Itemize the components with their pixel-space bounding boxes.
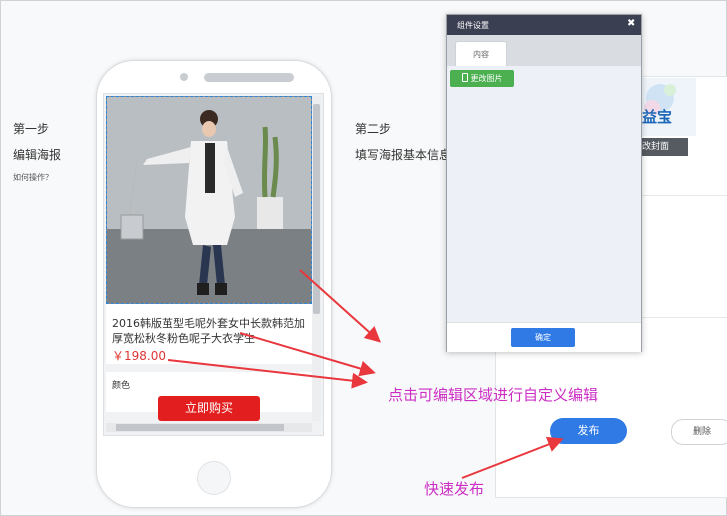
dialog-footer: 确定	[447, 322, 641, 352]
cover-image[interactable]: 益宝	[640, 78, 696, 136]
publish-hint-annotation: 快速发布	[424, 480, 485, 498]
step1-subtitle: 编辑海报	[13, 148, 62, 162]
close-icon[interactable]: ✖	[627, 18, 635, 29]
change-cover-button[interactable]: 改封面	[640, 138, 688, 156]
publish-button[interactable]: 发布	[550, 418, 627, 444]
step2-subtitle: 填写海报基本信息	[355, 148, 452, 162]
next-section-label: 颜色	[112, 381, 131, 391]
phone-home-button	[197, 461, 231, 495]
confirm-button[interactable]: 确定	[511, 328, 575, 347]
step2-title: 第二步	[355, 122, 392, 136]
model-photo-illustration	[120, 110, 283, 295]
horizontal-scroll-thumb[interactable]	[116, 424, 284, 431]
dialog-tab-bar: 内容	[447, 35, 641, 67]
component-settings-dialog: 组件设置 ✖ 内容 更改图片 确定	[446, 14, 642, 352]
vertical-scroll-thumb[interactable]	[313, 104, 320, 314]
phone-camera	[180, 73, 188, 81]
edit-hint-annotation: 点击可编辑区域进行自定义编辑	[388, 386, 599, 404]
product-photo-editable[interactable]	[106, 96, 312, 304]
step1-title: 第一步	[13, 122, 50, 136]
phone-screen: 2016韩版茧型毛呢外套女中长款韩范加厚宽松秋冬粉色呢子大衣学生 ￥198.00…	[103, 93, 324, 436]
phone-speaker	[204, 73, 294, 82]
product-price[interactable]: ￥198.00	[112, 347, 166, 364]
help-link[interactable]: 如何操作？	[13, 172, 53, 183]
delete-button[interactable]: 删除	[671, 419, 727, 445]
change-image-label: 更改图片	[470, 74, 503, 83]
buy-now-button[interactable]: 立即购买	[158, 396, 260, 421]
change-cover-label: 改封面	[642, 142, 670, 152]
dialog-title: 组件设置	[457, 21, 489, 30]
product-title[interactable]: 2016韩版茧型毛呢外套女中长款韩范加厚宽松秋冬粉色呢子大衣学生	[112, 316, 306, 346]
dialog-header: 组件设置 ✖	[447, 15, 641, 35]
tab-content[interactable]: 内容	[455, 41, 507, 67]
cover-logo-text: 益宝	[642, 108, 673, 126]
phone-icon	[461, 73, 468, 82]
dialog-body	[447, 66, 641, 322]
change-image-button[interactable]: 更改图片	[450, 70, 514, 87]
horizontal-scrollbar[interactable]	[106, 423, 312, 432]
vertical-scrollbar[interactable]	[312, 96, 321, 421]
